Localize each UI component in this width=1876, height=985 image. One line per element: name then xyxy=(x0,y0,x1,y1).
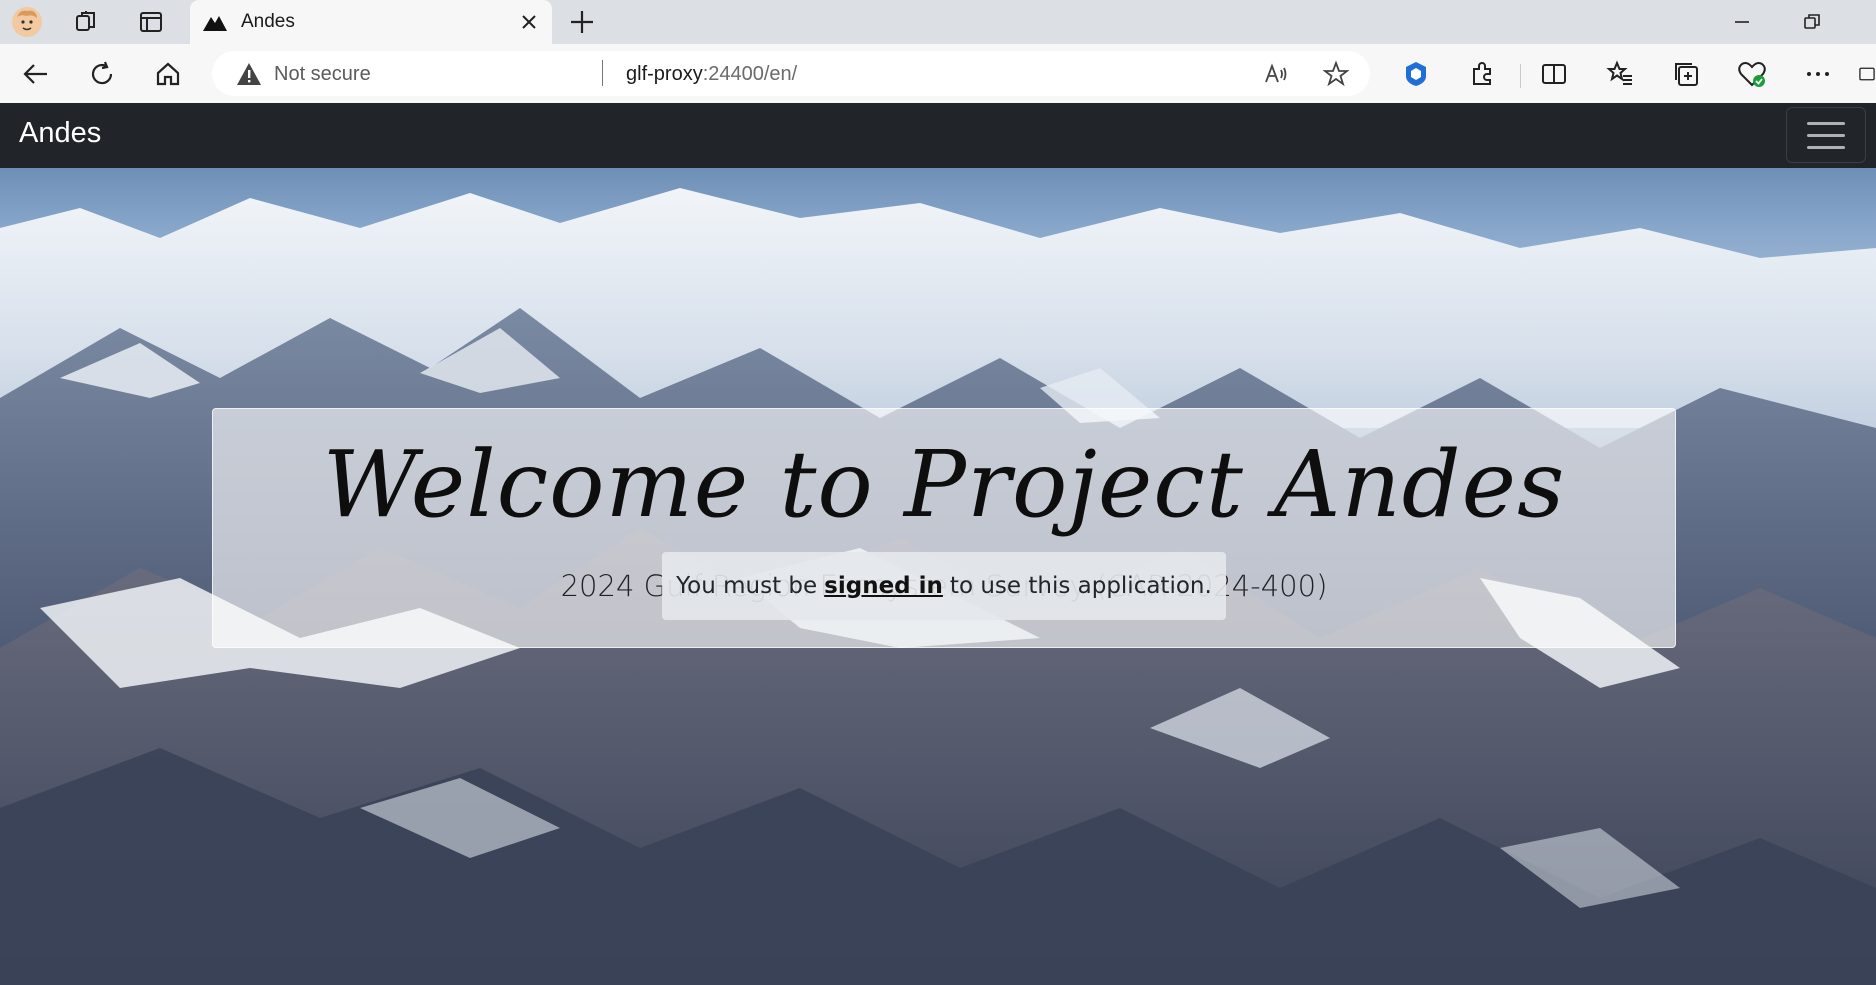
signin-notice: You must be signed in to use this applic… xyxy=(662,552,1226,620)
toolbar-divider xyxy=(1520,64,1521,88)
browser-toolbar: Not secure glf-proxy:24400/en/ xyxy=(0,44,1876,104)
signin-prefix: You must be xyxy=(676,573,818,599)
browser-tab-strip: Andes xyxy=(0,0,1876,45)
favorites-icon[interactable] xyxy=(1602,56,1638,92)
browser-essentials-icon[interactable] xyxy=(1734,56,1770,92)
tab-andes[interactable]: Andes xyxy=(190,0,552,45)
hamburger-line xyxy=(1807,121,1845,125)
refresh-icon[interactable] xyxy=(84,56,120,92)
vertical-tabs-icon[interactable] xyxy=(132,6,170,38)
signin-link[interactable]: signed in xyxy=(824,573,943,599)
close-tab-icon[interactable] xyxy=(520,13,538,36)
sidebar-toggle-icon[interactable] xyxy=(1858,56,1876,92)
hamburger-line xyxy=(1807,145,1845,149)
url-text[interactable]: glf-proxy:24400/en/ xyxy=(626,63,797,86)
restore-icon[interactable] xyxy=(1790,8,1834,36)
hamburger-line xyxy=(1807,133,1845,137)
extension-shield-icon[interactable] xyxy=(1398,56,1434,92)
signin-suffix: to use this application. xyxy=(949,573,1212,599)
navbar-toggler-button[interactable] xyxy=(1786,107,1866,163)
favorite-star-icon[interactable] xyxy=(1322,60,1350,88)
profile-avatar[interactable] xyxy=(8,6,46,38)
collections-icon[interactable] xyxy=(1668,56,1704,92)
url-path: :24400/en/ xyxy=(702,63,798,85)
warning-icon[interactable] xyxy=(236,62,262,91)
split-screen-icon[interactable] xyxy=(1536,56,1572,92)
address-separator xyxy=(602,60,603,86)
back-icon[interactable] xyxy=(18,56,54,92)
security-label[interactable]: Not secure xyxy=(274,63,371,86)
workspaces-icon[interactable] xyxy=(68,6,106,38)
read-aloud-icon[interactable] xyxy=(1262,60,1290,88)
mountain-favicon-icon xyxy=(202,12,228,37)
navbar-brand[interactable]: Andes xyxy=(19,117,101,150)
site-navbar: Andes xyxy=(0,103,1876,168)
more-options-icon[interactable] xyxy=(1800,56,1836,92)
new-tab-icon[interactable] xyxy=(568,8,596,41)
page-title: Welcome to Project Andes xyxy=(322,431,1566,538)
url-host: glf-proxy xyxy=(626,63,703,85)
home-icon[interactable] xyxy=(150,56,186,92)
minimize-icon[interactable] xyxy=(1720,8,1764,36)
extensions-icon[interactable] xyxy=(1464,56,1500,92)
address-bar[interactable]: Not secure glf-proxy:24400/en/ xyxy=(212,51,1370,96)
tab-title: Andes xyxy=(241,11,295,32)
